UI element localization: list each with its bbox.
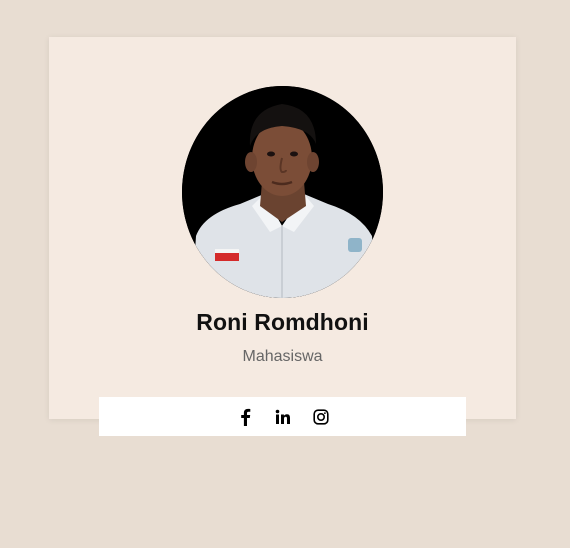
instagram-icon bbox=[312, 408, 329, 425]
profile-role: Mahasiswa bbox=[242, 348, 323, 365]
profile-photo bbox=[182, 86, 383, 298]
linkedin-link[interactable] bbox=[273, 407, 293, 427]
avatar bbox=[182, 86, 383, 298]
social-links-bar bbox=[99, 397, 466, 436]
page: Roni Romdhoni Mahasiswa bbox=[0, 0, 570, 548]
instagram-link[interactable] bbox=[311, 407, 331, 427]
linkedin-icon bbox=[275, 409, 290, 424]
facebook-icon bbox=[240, 408, 250, 426]
profile-name: Roni Romdhoni bbox=[196, 309, 369, 335]
facebook-link[interactable] bbox=[235, 407, 255, 427]
